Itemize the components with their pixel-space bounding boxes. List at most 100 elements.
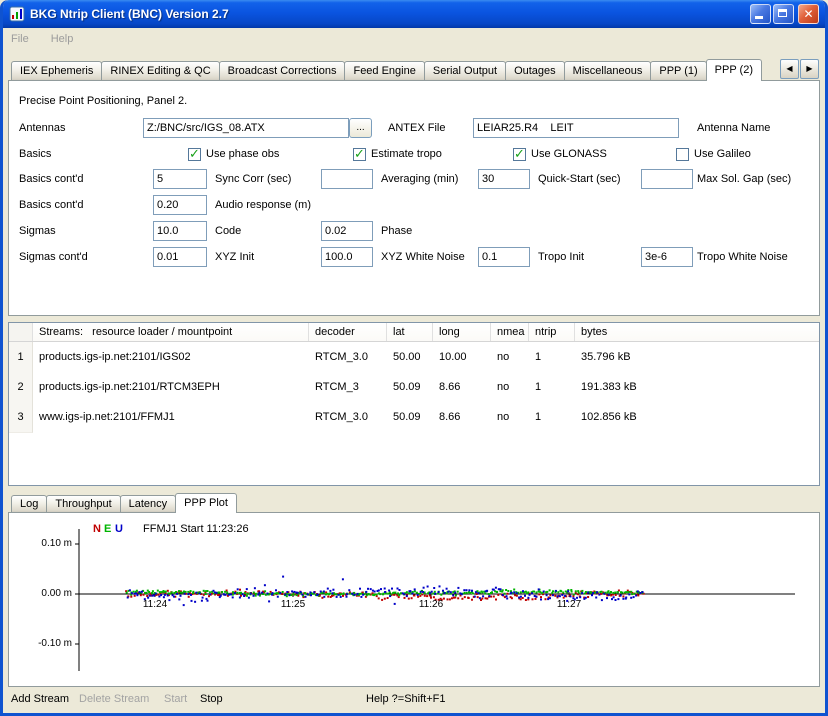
stream-ntrip: 1 <box>529 372 575 403</box>
header-long[interactable]: long <box>433 323 491 341</box>
arrow-left-icon: ◀ <box>786 64 792 73</box>
minimize-button[interactable] <box>750 4 771 24</box>
tab-feed-engine[interactable]: Feed Engine <box>344 61 424 80</box>
basics-contd2-label: Basics cont'd <box>19 194 83 216</box>
basics-contd-label: Basics cont'd <box>19 168 83 190</box>
stream-row-2[interactable]: 2 products.igs-ip.net:2101/RTCM3EPH RTCM… <box>9 372 819 402</box>
antenna-name-input[interactable] <box>473 118 679 138</box>
ytick-000: 0.00 m <box>17 588 72 599</box>
add-stream-button[interactable]: Add Stream <box>11 687 69 711</box>
xyz-white-noise-input[interactable] <box>321 247 373 267</box>
tropo-white-noise-input[interactable] <box>641 247 693 267</box>
checkbox-box <box>676 148 689 161</box>
averaging-input[interactable] <box>321 169 373 189</box>
tab-throughput[interactable]: Throughput <box>46 495 120 512</box>
start-button[interactable]: Start <box>164 687 187 711</box>
tab-serial-output[interactable]: Serial Output <box>424 61 506 80</box>
tab-log[interactable]: Log <box>11 495 47 512</box>
stream-ntrip: 1 <box>529 402 575 433</box>
tab-rinex-ephemeris[interactable]: IEX Ephemeris <box>11 61 102 80</box>
window-title: BKG Ntrip Client (BNC) Version 2.7 <box>30 7 229 21</box>
stream-ntrip: 1 <box>529 342 575 373</box>
header-decoder[interactable]: decoder <box>309 323 387 341</box>
maximize-button[interactable] <box>773 4 794 24</box>
max-sol-gap-label: Max Sol. Gap (sec) <box>697 168 791 190</box>
tab-broadcast-corrections[interactable]: Broadcast Corrections <box>219 61 346 80</box>
close-button[interactable]: ✕ <box>798 4 819 24</box>
stream-decoder: RTCM_3.0 <box>309 402 387 433</box>
header-ntrip[interactable]: ntrip <box>529 323 575 341</box>
menu-file[interactable]: File <box>11 33 29 45</box>
antex-browse-button[interactable]: ... <box>349 118 372 138</box>
header-nmea[interactable]: nmea <box>491 323 529 341</box>
tab-ppp-1[interactable]: PPP (1) <box>650 61 706 80</box>
sigmas-row: Sigmas Code Phase <box>9 220 819 242</box>
xyz-init-input[interactable] <box>153 247 207 267</box>
stream-bytes: 102.856 kB <box>575 402 819 433</box>
tab-ppp-2[interactable]: PPP (2) <box>706 59 762 81</box>
antennas-row: Antennas ... ANTEX File Antenna Name <box>9 117 819 139</box>
sigmas-contd-label: Sigmas cont'd <box>19 246 88 268</box>
audio-response-input[interactable] <box>153 195 207 215</box>
header-lat[interactable]: lat <box>387 323 433 341</box>
stream-bytes: 191.383 kB <box>575 372 819 403</box>
panel-caption: Precise Point Positioning, Panel 2. <box>19 95 187 107</box>
estimate-tropo-checkbox[interactable]: Estimate tropo <box>353 146 442 162</box>
tab-ppp-plot[interactable]: PPP Plot <box>175 493 237 513</box>
stream-decoder: RTCM_3.0 <box>309 342 387 373</box>
sigma-phase-input[interactable] <box>321 221 373 241</box>
checkbox-label: Estimate tropo <box>371 148 442 160</box>
tropo-init-input[interactable] <box>478 247 530 267</box>
tab-scroll-right-button[interactable]: ▶ <box>800 59 819 79</box>
stream-lat: 50.09 <box>387 402 433 433</box>
xtick-1126: 11:26 <box>411 599 451 610</box>
stream-mountpoint: products.igs-ip.net:2101/RTCM3EPH <box>33 372 309 403</box>
sync-corr-input[interactable] <box>153 169 207 189</box>
titlebar: BKG Ntrip Client (BNC) Version 2.7 ✕ <box>3 0 825 28</box>
ppp2-panel: Precise Point Positioning, Panel 2. Ante… <box>8 80 820 316</box>
sync-corr-label: Sync Corr (sec) <box>215 168 291 190</box>
stop-button[interactable]: Stop <box>200 687 223 711</box>
stream-nmea: no <box>491 372 529 403</box>
antex-file-input[interactable] <box>143 118 349 138</box>
stream-row-3[interactable]: 3 www.igs-ip.net:2101/FFMJ1 RTCM_3.0 50.… <box>9 402 819 432</box>
tab-latency[interactable]: Latency <box>120 495 177 512</box>
stream-lat: 50.09 <box>387 372 433 403</box>
stream-row-1[interactable]: 1 products.igs-ip.net:2101/IGS02 RTCM_3.… <box>9 342 819 372</box>
ppp-plot-panel: N E U FFMJ1 Start 11:23:26 0.10 m 0.00 m… <box>8 512 820 687</box>
tropo-init-label: Tropo Init <box>538 246 584 268</box>
header-mountpoint[interactable]: Streams: resource loader / mountpoint <box>33 323 309 341</box>
row-number: 1 <box>9 342 33 373</box>
legend-u: U <box>115 523 123 535</box>
close-icon: ✕ <box>799 6 818 23</box>
max-sol-gap-input[interactable] <box>641 169 693 189</box>
checkbox-label: Use GLONASS <box>531 148 607 160</box>
stream-long: 8.66 <box>433 402 491 433</box>
stream-long: 8.66 <box>433 372 491 403</box>
basics-contd-row: Basics cont'd Sync Corr (sec) Averaging … <box>9 168 819 190</box>
basics-row: Basics Use phase obs Estimate tropo Use … <box>9 143 819 165</box>
use-glonass-checkbox[interactable]: Use GLONASS <box>513 146 607 162</box>
tab-rinex-editing-qc[interactable]: RINEX Editing & QC <box>101 61 219 80</box>
menu-help[interactable]: Help <box>51 33 74 45</box>
sigma-phase-label: Phase <box>381 220 412 242</box>
sigmas-contd-row: Sigmas cont'd XYZ Init XYZ White Noise T… <box>9 246 819 268</box>
delete-stream-button[interactable]: Delete Stream <box>79 687 149 711</box>
stream-bytes: 35.796 kB <box>575 342 819 373</box>
sigmas-label: Sigmas <box>19 220 56 242</box>
use-phase-obs-checkbox[interactable]: Use phase obs <box>188 146 279 162</box>
antennas-label: Antennas <box>19 117 65 139</box>
statusbar: Add Stream Delete Stream Start Stop Help… <box>3 687 825 713</box>
tab-scroll-left-button[interactable]: ◀ <box>780 59 799 79</box>
row-number: 3 <box>9 402 33 433</box>
row-number: 2 <box>9 372 33 403</box>
plot-title: FFMJ1 Start 11:23:26 <box>143 523 249 535</box>
stream-nmea: no <box>491 402 529 433</box>
quick-start-input[interactable] <box>478 169 530 189</box>
use-galileo-checkbox[interactable]: Use Galileo <box>676 146 751 162</box>
tab-outages[interactable]: Outages <box>505 61 565 80</box>
header-bytes[interactable]: bytes <box>575 323 819 341</box>
sigma-code-input[interactable] <box>153 221 207 241</box>
stream-mountpoint: products.igs-ip.net:2101/IGS02 <box>33 342 309 373</box>
tab-miscellaneous[interactable]: Miscellaneous <box>564 61 652 80</box>
